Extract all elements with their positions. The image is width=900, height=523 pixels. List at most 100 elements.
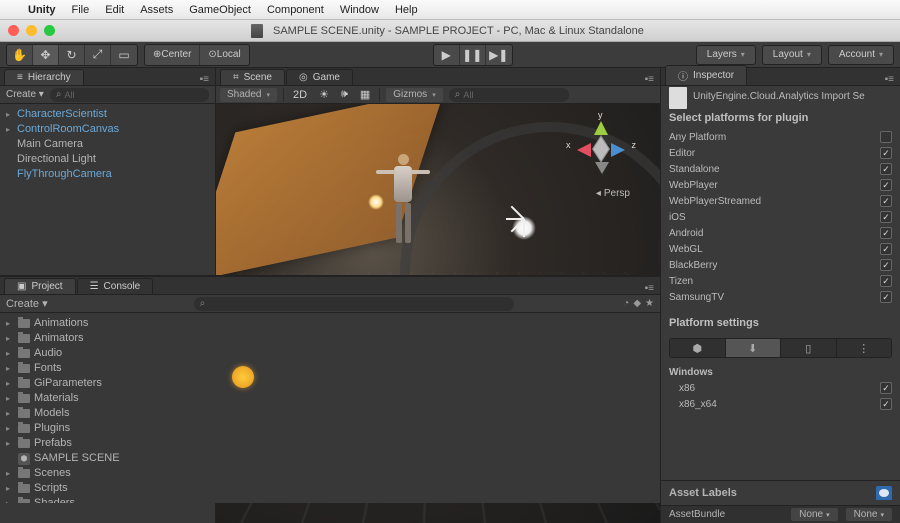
inspector-panel-menu[interactable]: ▪≡ (879, 74, 900, 85)
menu-file[interactable]: File (72, 4, 90, 16)
folder-shaders[interactable]: ▸Shaders (6, 496, 654, 503)
platform-checkbox-editor[interactable] (880, 147, 892, 159)
menu-gameobject[interactable]: GameObject (189, 4, 251, 16)
win-checkbox-x86[interactable] (880, 382, 892, 394)
platform-checkbox-ios[interactable] (880, 211, 892, 223)
app-menu[interactable]: Unity (28, 4, 56, 16)
folder-audio[interactable]: ▸Audio (6, 346, 654, 361)
minimize-window-button[interactable] (26, 25, 37, 36)
gizmo-z-axis[interactable] (611, 143, 632, 157)
scale-tool[interactable]: ⤢ (85, 45, 111, 65)
inspector-tab-label: Inspector (693, 70, 734, 81)
pause-button[interactable]: ❚❚ (460, 45, 486, 65)
hierarchy-item-characterscientist[interactable]: ▸CharacterScientist (6, 107, 209, 122)
hierarchy-item-main-camera[interactable]: Main Camera (6, 137, 209, 152)
hierarchy-item-flythroughcamera[interactable]: FlyThroughCamera (6, 167, 209, 182)
gizmo-neg-y[interactable] (595, 162, 609, 181)
hierarchy-item-controlroomcanvas[interactable]: ▸ControlRoomCanvas (6, 122, 209, 137)
folder-scenes[interactable]: ▸Scenes (6, 466, 654, 481)
move-tool[interactable]: ✥ (33, 45, 59, 65)
project-create-dropdown[interactable]: Create ▾ (6, 297, 48, 310)
platform-checkbox-webplayer[interactable] (880, 179, 892, 191)
search-filter-asset-icon[interactable]: ◔ (623, 298, 629, 309)
platform-checkbox-webgl[interactable] (880, 243, 892, 255)
folder-fonts[interactable]: ▸Fonts (6, 361, 654, 376)
project-tab[interactable]: ▣Project (4, 278, 76, 294)
platform-tab-mobile[interactable]: ▯ (781, 339, 837, 357)
platform-checkbox-android[interactable] (880, 227, 892, 239)
pivot-local-toggle[interactable]: ⊙ Local (200, 45, 248, 65)
add-label-button[interactable] (876, 486, 892, 500)
directional-light-gizmo[interactable] (510, 214, 538, 242)
game-tab[interactable]: ◎Game (286, 69, 353, 85)
hand-tool[interactable]: ✋ (7, 45, 33, 65)
console-tab[interactable]: ☰Console (77, 278, 154, 294)
rotate-tool[interactable]: ↻ (59, 45, 85, 65)
gizmo-x-axis[interactable] (570, 143, 591, 157)
hierarchy-panel-menu[interactable]: ▪≡ (194, 74, 215, 85)
folder-giparameters[interactable]: ▸GiParameters (6, 376, 654, 391)
hierarchy-item-directional-light[interactable]: Directional Light (6, 152, 209, 167)
folder-icon (18, 394, 30, 403)
platform-tab-standalone[interactable]: ⬇ (726, 339, 782, 357)
toggle-2d[interactable]: 2D (290, 89, 310, 101)
pivot-center-toggle[interactable]: ⊕ Center (145, 45, 200, 65)
hierarchy-create-dropdown[interactable]: Create ▾ (6, 89, 44, 100)
folder-materials[interactable]: ▸Materials (6, 391, 654, 406)
platform-checkbox-webplayerstreamed[interactable] (880, 195, 892, 207)
folder-scripts[interactable]: ▸Scripts (6, 481, 654, 496)
platform-checkbox-tizen[interactable] (880, 275, 892, 287)
assetbundle-name-dropdown[interactable]: None (791, 508, 837, 521)
folder-plugins[interactable]: ▸Plugins (6, 421, 654, 436)
gizmo-cube[interactable] (592, 135, 610, 162)
folder-animations[interactable]: ▸Animations (6, 316, 654, 331)
layers-dropdown[interactable]: Layers (696, 45, 756, 65)
inspector-icon: ⓘ (678, 68, 688, 83)
account-dropdown[interactable]: Account (828, 45, 894, 65)
shading-mode-dropdown[interactable]: Shaded (220, 88, 277, 102)
win-checkbox-x64[interactable] (880, 398, 892, 410)
project-panel-menu[interactable]: ▪≡ (639, 283, 660, 294)
close-window-button[interactable] (8, 25, 19, 36)
folder-animators[interactable]: ▸Animators (6, 331, 654, 346)
menu-help[interactable]: Help (395, 4, 418, 16)
fx-toggle-icon[interactable]: ▦ (357, 88, 373, 101)
menu-component[interactable]: Component (267, 4, 324, 16)
scene-tab[interactable]: ⌗Scene (220, 69, 285, 85)
lighting-toggle-icon[interactable]: ☀ (316, 88, 332, 101)
projection-label[interactable]: Persp (596, 188, 630, 199)
scene-panel-menu[interactable]: ▪≡ (639, 74, 660, 85)
search-filter-type-icon[interactable]: ◆ (633, 298, 641, 309)
folder-prefabs[interactable]: ▸Prefabs (6, 436, 654, 451)
hierarchy-tab[interactable]: ≡Hierarchy (4, 69, 84, 85)
gizmos-dropdown[interactable]: Gizmos (386, 88, 442, 102)
menu-assets[interactable]: Assets (140, 4, 173, 16)
platform-row-samsungtv: SamsungTV (669, 289, 892, 305)
platform-tab-other[interactable]: ⋮ (837, 339, 892, 357)
scene-search[interactable]: All (449, 88, 569, 102)
project-tree: ▸Animations ▸Animators ▸Audio ▸Fonts ▸Gi… (0, 313, 660, 503)
menu-window[interactable]: Window (340, 4, 379, 16)
project-search[interactable] (194, 297, 514, 311)
folder-models[interactable]: ▸Models (6, 406, 654, 421)
platform-checkbox-standalone[interactable] (880, 163, 892, 175)
menu-edit[interactable]: Edit (105, 4, 124, 16)
platform-checkbox-any[interactable] (880, 131, 892, 143)
document-proxy-icon[interactable] (251, 24, 263, 38)
play-button[interactable]: ▶ (434, 45, 460, 65)
hierarchy-search[interactable]: All (50, 88, 209, 102)
asset-sample-scene[interactable]: ⬢SAMPLE SCENE (6, 451, 654, 466)
zoom-window-button[interactable] (44, 25, 55, 36)
search-filter-label-icon[interactable]: ★ (645, 298, 654, 309)
scene-character[interactable] (388, 154, 418, 254)
assetbundle-variant-dropdown[interactable]: None (846, 508, 892, 521)
platform-checkbox-blackberry[interactable] (880, 259, 892, 271)
orientation-gizmo[interactable]: y x z (566, 114, 636, 184)
platform-tab-editor[interactable]: ⬢ (670, 339, 726, 357)
layout-dropdown[interactable]: Layout (762, 45, 822, 65)
platform-checkbox-samsungtv[interactable] (880, 291, 892, 303)
inspector-tab[interactable]: ⓘ Inspector (665, 65, 747, 85)
audio-toggle-icon[interactable]: 🕪 (338, 88, 351, 101)
step-button[interactable]: ▶❚ (486, 45, 512, 65)
rect-tool[interactable]: ▭ (111, 45, 137, 65)
